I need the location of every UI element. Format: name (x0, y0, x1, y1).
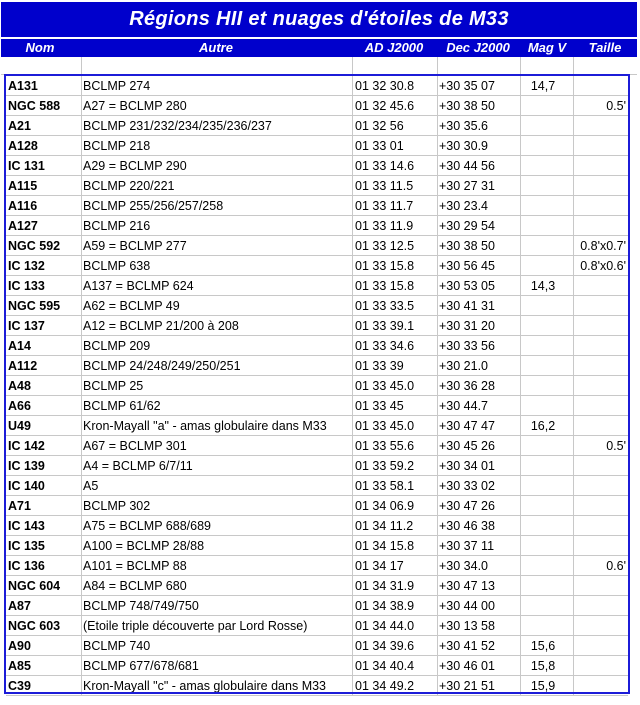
column-header-row: Nom Autre AD J2000 Dec J2000 Mag V Taill… (1, 39, 637, 57)
header-ad: AD J2000 (364, 40, 424, 55)
table-frame (4, 74, 630, 694)
header-nom: Nom (25, 40, 55, 55)
spacer-row (1, 57, 637, 75)
header-autre: Autre (199, 40, 233, 55)
table-title: Régions HII et nuages d'étoiles de M33 (1, 2, 637, 37)
header-mag: Mag V (527, 40, 567, 55)
header-taille: Taille (588, 40, 622, 55)
header-dec: Dec J2000 (446, 40, 510, 55)
